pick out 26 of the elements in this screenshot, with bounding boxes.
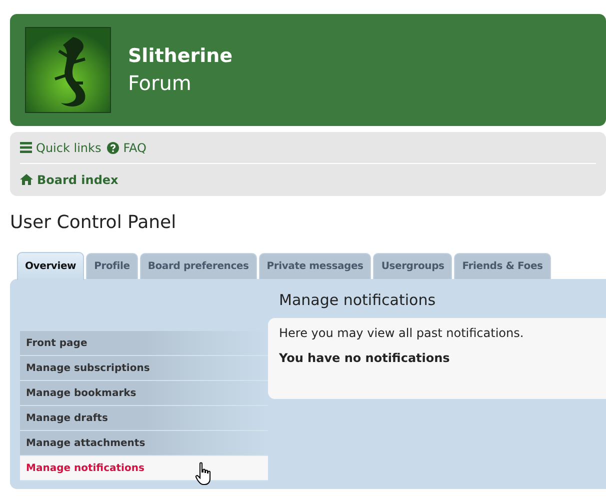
tab[interactable]: Board preferences (140, 253, 257, 279)
sidebar-item[interactable]: Manage drafts (20, 406, 268, 431)
faq-link[interactable]: FAQ (107, 140, 146, 154)
empty-message: You have no notifications (279, 351, 451, 365)
sidebar-item[interactable]: Front page (20, 331, 268, 356)
section-title: Manage notifications (278, 290, 437, 311)
sidebar-item[interactable]: Manage bookmarks (20, 381, 268, 406)
sidebar-item[interactable]: Manage notifications (20, 456, 268, 481)
page-title: User Control Panel (10, 212, 178, 233)
tab[interactable]: Friends & Foes (454, 253, 551, 279)
home-icon (20, 174, 33, 185)
lizard-logo-icon (25, 27, 111, 113)
description-text: Here you may view all past notifications. (279, 326, 525, 340)
sidebar-item[interactable]: Manage subscriptions (20, 356, 268, 381)
help-icon (107, 142, 120, 154)
menu-icon (20, 142, 32, 153)
tab[interactable]: Usergroups (373, 253, 452, 279)
tab[interactable]: Overview (17, 252, 84, 280)
hand-pointer-icon (195, 462, 211, 486)
sidebar-item[interactable]: Manage attachments (20, 431, 268, 456)
site-name: Slitherine (128, 44, 232, 69)
quick-links-link[interactable]: Quick links (20, 140, 102, 154)
tab[interactable]: Private messages (258, 253, 372, 279)
board-index-link[interactable]: Board index (20, 172, 118, 186)
site-subtitle: Forum (128, 70, 192, 97)
tab[interactable]: Profile (86, 253, 138, 279)
